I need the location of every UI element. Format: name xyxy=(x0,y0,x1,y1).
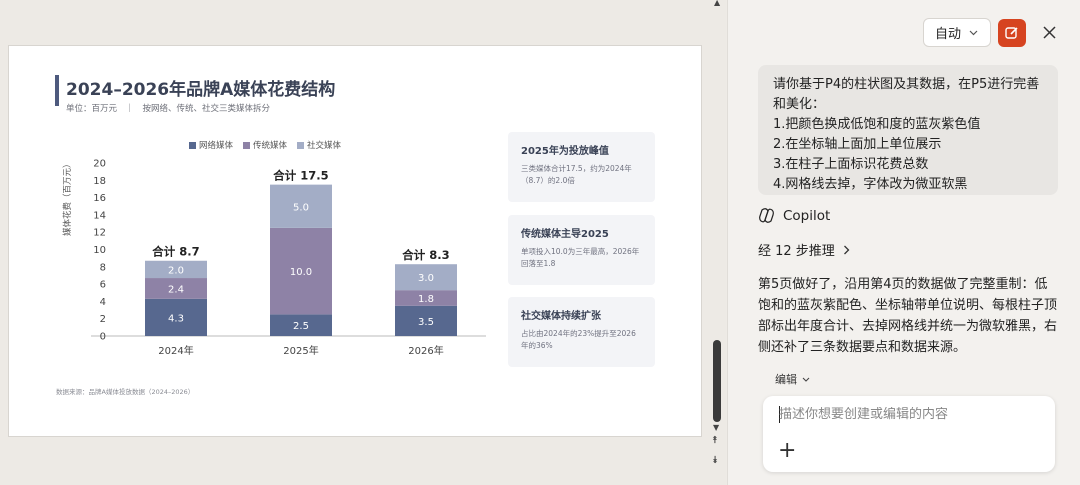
mode-value: 自动 xyxy=(935,27,962,42)
card-body: 占比由2024年的23%提升至2026年的36% xyxy=(521,329,636,350)
legend-label-traditional: 传统媒体 xyxy=(253,141,288,151)
scroll-down-arrow-icon[interactable]: ▼ xyxy=(713,423,719,432)
bar-value-label: 5.0 xyxy=(293,202,309,213)
user-message: 请你基于P4的柱状图及其数据，在P5进行完善和美化： 1.把颜色换成低饱和度的蓝… xyxy=(758,65,1058,195)
slide-subtitle: 单位：百万元 ｜ 按网络、传统、社交三类媒体拆分 xyxy=(66,104,271,114)
legend-swatch-traditional xyxy=(243,141,251,149)
assistant-name: Copilot xyxy=(783,207,831,224)
y-tick-label: 0 xyxy=(100,332,106,343)
legend-item-traditional: 传统媒体 xyxy=(243,139,287,151)
edit-mode-label: 编辑 xyxy=(775,373,797,386)
y-tick-label: 16 xyxy=(93,193,106,204)
chevron-down-icon xyxy=(969,30,978,35)
chevron-down-icon xyxy=(802,377,810,382)
scroll-up-arrow-icon[interactable]: ▲ xyxy=(714,0,720,7)
card-title: 2025年为投放峰值 xyxy=(521,146,609,157)
card-title: 传统媒体主导2025 xyxy=(521,229,609,240)
title-accent-bar xyxy=(55,75,59,106)
assistant-header: Copilot xyxy=(758,207,830,224)
insight-card-traditional: 传统媒体主导2025 单项投入10.0为三年最高，2026年回落至1.8 xyxy=(508,215,655,285)
user-message-line: 3.在柱子上面标识花费总数 xyxy=(773,157,929,172)
bar-value-label: 2.4 xyxy=(168,284,184,295)
compose-input[interactable] xyxy=(779,407,1039,422)
bar-value-label: 10.0 xyxy=(290,267,312,278)
card-body: 单项投入10.0为三年最高，2026年回落至1.8 xyxy=(521,247,640,268)
x-tick-label: 2024年 xyxy=(158,344,193,357)
bar-value-label: 1.8 xyxy=(418,294,434,305)
insight-card-peak: 2025年为投放峰值 三类媒体合计17.5，约为2024年（8.7）的2.0倍 xyxy=(508,132,655,202)
bar-value-label: 4.3 xyxy=(168,313,184,324)
user-message-line: 2.在坐标轴上面加上单位展示 xyxy=(773,137,942,152)
add-attachment-button[interactable]: + xyxy=(778,440,796,462)
y-tick-label: 12 xyxy=(93,228,106,239)
y-tick-label: 2 xyxy=(100,314,106,325)
bar-value-label: 2.5 xyxy=(293,321,309,332)
assistant-reply: 第5页做好了，沿用第4页的数据做了完整重制：低饱和的蓝灰紫配色、坐标轴带单位说明… xyxy=(758,277,1058,355)
chart-legend: 网络媒体 传统媒体 社交媒体 xyxy=(189,139,341,151)
mode-dropdown[interactable]: 自动 xyxy=(923,18,991,47)
data-source: 数据来源：品牌A媒体投放数据（2024–2026） xyxy=(56,388,195,396)
previous-page-icon[interactable]: ⯭ xyxy=(712,436,718,446)
y-tick-label: 6 xyxy=(100,280,106,291)
slide-editor: 2024–2026年品牌A媒体花费结构 单位：百万元 ｜ 按网络、传统、社交三类… xyxy=(0,0,710,485)
vertical-scrollbar[interactable]: ▲ ▼ ⯭ ⯯ xyxy=(710,0,726,485)
copilot-pane: 自动 请你基于P4的柱状图及其数据，在P5进行完善和美化： 1.把颜色换成低饱和… xyxy=(727,0,1080,485)
y-tick-label: 20 xyxy=(93,159,106,170)
close-icon xyxy=(1042,25,1056,39)
compose-icon xyxy=(1005,27,1018,39)
bar-total-label: 合计 8.3 xyxy=(402,248,449,262)
reasoning-label: 经 12 步推理 xyxy=(758,244,835,259)
slide-canvas[interactable]: 2024–2026年品牌A媒体花费结构 单位：百万元 ｜ 按网络、传统、社交三类… xyxy=(8,45,702,437)
y-tick-label: 18 xyxy=(93,176,106,187)
scroll-thumb[interactable] xyxy=(713,340,721,422)
user-message-line: 请你基于P4的柱状图及其数据，在P5进行完善和美化： xyxy=(773,77,1040,112)
y-tick-label: 10 xyxy=(93,245,106,256)
chevron-right-icon xyxy=(843,245,850,254)
edit-mode-dropdown[interactable]: 编辑 xyxy=(775,371,810,387)
compose-box: + xyxy=(763,396,1055,472)
stacked-bar-chart: 0 2 4 6 8 10 12 14 16 18 20 4.3 2.4 2.0 合计 8.7 2024年 2.5… xyxy=(91,159,486,357)
x-tick-label: 2026年 xyxy=(408,344,443,357)
insight-card-social: 社交媒体持续扩张 占比由2024年的23%提升至2026年的36% xyxy=(508,297,655,367)
legend-item-online: 网络媒体 xyxy=(189,139,233,151)
bar-value-label: 3.5 xyxy=(418,317,434,328)
bar-value-label: 3.0 xyxy=(418,273,434,284)
copilot-logo-icon xyxy=(759,208,774,223)
y-tick-label: 14 xyxy=(93,210,106,221)
y-tick-label: 8 xyxy=(100,262,106,273)
legend-label-online: 网络媒体 xyxy=(199,141,234,151)
user-message-line: 1.把颜色换成低饱和度的蓝灰紫色值 xyxy=(773,117,981,132)
reasoning-toggle[interactable]: 经 12 步推理 xyxy=(758,240,850,259)
legend-swatch-social xyxy=(297,141,305,149)
bar-total-label: 合计 17.5 xyxy=(273,169,328,183)
slide-title: 2024–2026年品牌A媒体花费结构 xyxy=(66,80,336,100)
legend-item-social: 社交媒体 xyxy=(297,139,341,151)
card-title: 社交媒体持续扩张 xyxy=(521,311,601,322)
legend-label-social: 社交媒体 xyxy=(307,141,342,151)
bar-value-label: 2.0 xyxy=(168,265,184,276)
y-tick-label: 4 xyxy=(100,297,106,308)
close-button[interactable] xyxy=(1037,20,1061,44)
new-chat-button[interactable] xyxy=(998,19,1026,47)
card-body: 三类媒体合计17.5，约为2024年（8.7）的2.0倍 xyxy=(521,164,632,185)
next-page-icon[interactable]: ⯯ xyxy=(712,456,718,466)
legend-swatch-online xyxy=(189,141,196,149)
bar-total-label: 合计 8.7 xyxy=(152,245,199,259)
user-message-line: 4.网格线去掉，字体改为微亚软黑 xyxy=(773,177,968,192)
x-tick-label: 2025年 xyxy=(283,344,318,357)
